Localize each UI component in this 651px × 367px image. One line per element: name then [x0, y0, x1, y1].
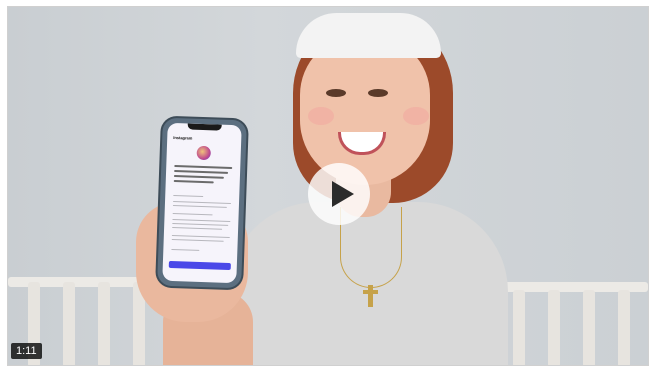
held-phone: Instagram: [157, 117, 247, 289]
video-duration-badge: 1:11: [11, 343, 42, 359]
video-thumbnail[interactable]: Instagram: [7, 6, 649, 366]
phone-app-title: Instagram: [173, 134, 193, 141]
instagram-logo-icon: [196, 145, 211, 161]
cross-pendant: [363, 285, 378, 307]
play-icon[interactable]: [308, 163, 370, 225]
phone-screen: Instagram: [162, 122, 242, 284]
phone-primary-button: [168, 260, 231, 271]
